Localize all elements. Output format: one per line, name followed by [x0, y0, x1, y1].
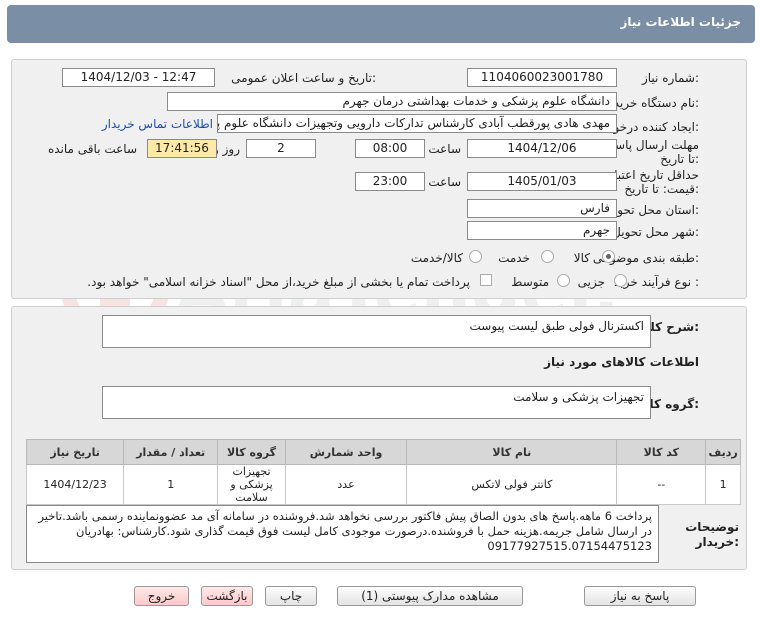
- col-header-name: نام کالا: [406, 439, 618, 465]
- attachments-button[interactable]: مشاهده مدارک پیوستی (1): [337, 586, 523, 606]
- city-field: جهرم: [467, 221, 617, 240]
- reply-button[interactable]: پاسخ به نیاز: [584, 586, 696, 606]
- goods-group-field: تجهیزات پزشکی و سلامت: [102, 386, 651, 419]
- process-radio-medium[interactable]: [557, 274, 570, 287]
- buyer-org-field: دانشگاه علوم پزشکی و خدمات بهداشتی درمان…: [167, 92, 617, 111]
- days-field: 2: [246, 139, 316, 158]
- validity-time-field: 23:00: [355, 172, 425, 191]
- cell-code: --: [616, 464, 707, 505]
- page-title: جزئیات اطلاعات نیاز: [620, 15, 741, 29]
- category-option-service: خدمت: [498, 251, 530, 265]
- creator-field: مهدی هادی پورقطب آبادی کارشناس تدارکات د…: [217, 114, 617, 133]
- process-option-medium: متوسط: [511, 275, 549, 289]
- category-option-goods: کالا: [573, 251, 590, 265]
- category-option-both: کالا/خدمت: [410, 251, 463, 265]
- deadline-time-label: ساعت: [428, 142, 461, 156]
- announce-label: تاریخ و ساعت اعلان عمومی:: [231, 71, 376, 85]
- cell-group: تجهیزات پزشکی و سلامت: [217, 464, 286, 505]
- col-header-code: کد کالا: [616, 439, 707, 465]
- buyer-org-label: نام دستگاه خریدار:: [604, 96, 700, 110]
- need-number-label: شماره نیاز:: [641, 71, 699, 85]
- process-note: پرداخت تمام یا بخشی از مبلغ خرید،از محل …: [87, 275, 470, 289]
- treasury-checkbox[interactable]: [480, 274, 492, 286]
- category-radio-service[interactable]: [541, 250, 554, 263]
- cell-name: کاتتر فولی لاتکس: [406, 464, 618, 505]
- process-radio-minor[interactable]: [614, 274, 627, 287]
- col-header-group: گروه کالا: [217, 439, 286, 465]
- page-header: جزئیات اطلاعات نیاز: [7, 5, 755, 43]
- cell-row-number: 1: [705, 464, 741, 505]
- days-label: روز و: [213, 142, 240, 156]
- cell-quantity: 1: [123, 464, 219, 505]
- print-button[interactable]: چاپ: [265, 586, 317, 606]
- deadline-time-field: 08:00: [355, 139, 425, 158]
- remaining-label: ساعت باقی مانده: [47, 142, 137, 156]
- cell-unit: عدد: [284, 464, 408, 505]
- category-radio-both[interactable]: [469, 250, 482, 263]
- category-radio-goods[interactable]: [602, 250, 615, 263]
- province-label: استان محل تحویل:: [604, 203, 699, 217]
- col-header-row-number: ردیف: [705, 439, 741, 465]
- goods-info-title: اطلاعات کالاهای مورد نیاز: [544, 355, 699, 369]
- notes-field: پرداخت 6 ماهه.پاسخ های بدون الصاق پیش فا…: [26, 505, 659, 563]
- table-header-row: ردیف کد کالا نام کالا واحد شمارش گروه کا…: [25, 439, 741, 465]
- validity-time-label: ساعت: [428, 175, 461, 189]
- col-header-quantity: تعداد / مقدار: [123, 439, 219, 465]
- city-label: شهر محل تحویل:: [612, 225, 699, 239]
- cell-date: 1404/12/23: [25, 464, 125, 505]
- announce-field: 1404/12/03 - 12:47: [62, 68, 215, 87]
- goods-table: ردیف کد کالا نام کالا واحد شمارش گروه کا…: [25, 439, 741, 505]
- col-header-date: تاریخ نیاز: [25, 439, 125, 465]
- summary-field: اکسترنال فولی طبق لیست پیوست: [102, 315, 651, 348]
- process-label: نوع فرآیند خرید :: [614, 275, 699, 289]
- process-option-minor: جزیی: [577, 275, 605, 289]
- province-field: فارس: [467, 199, 617, 218]
- contact-buyer-link[interactable]: اطلاعات تماس خریدار: [102, 117, 213, 131]
- back-button[interactable]: بازگشت: [201, 586, 253, 606]
- deadline-date-field: 1404/12/06: [467, 139, 617, 158]
- remaining-time-field: 17:41:56: [147, 139, 217, 158]
- notes-label: توضیحات خریدار:: [685, 520, 739, 549]
- table-row: 1 -- کاتتر فولی لاتکس عدد تجهیزات پزشکی …: [25, 464, 741, 505]
- exit-button[interactable]: خروج: [134, 586, 189, 606]
- need-number-field: 1104060023001780: [467, 68, 617, 87]
- validity-date-field: 1405/01/03: [467, 172, 617, 191]
- col-header-unit: واحد شمارش: [284, 439, 408, 465]
